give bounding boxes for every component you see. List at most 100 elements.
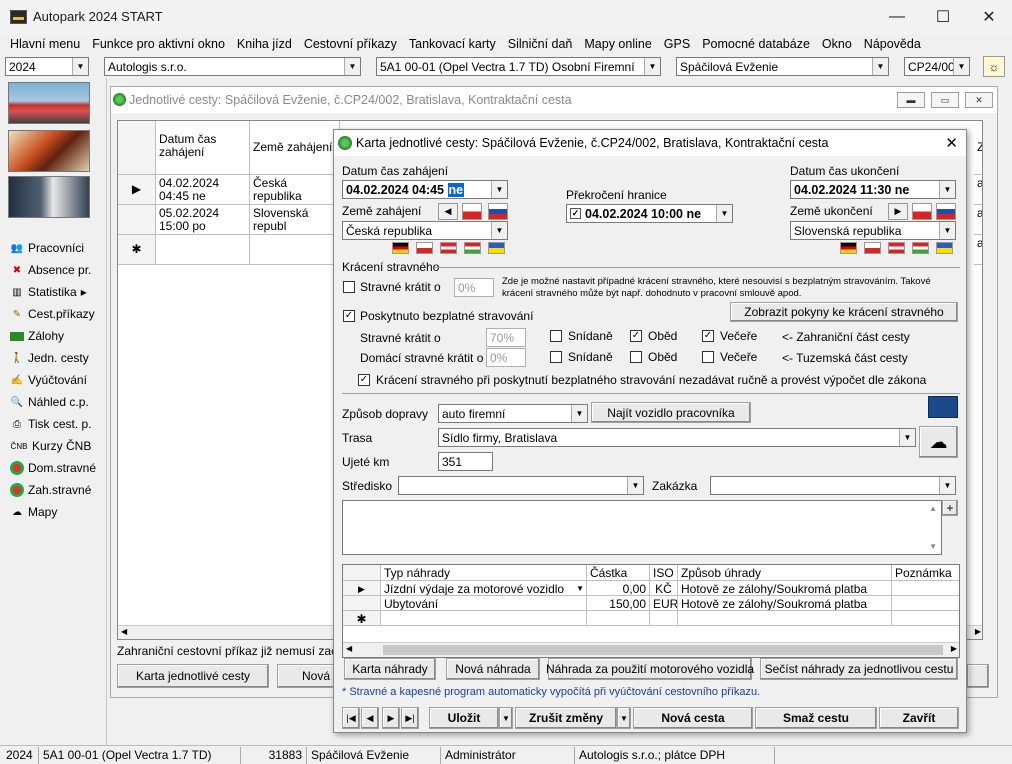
mdi-minimize-button[interactable]: ▬ xyxy=(897,92,925,108)
ujete-input[interactable]: 351 xyxy=(438,452,493,471)
close-window-button[interactable]: ✕ xyxy=(966,0,1012,34)
table-row[interactable]: Ubytování xyxy=(381,596,587,611)
scroll-down-icon[interactable]: ▼ xyxy=(929,542,937,551)
compensation-table[interactable]: Typ náhrady Částka ISO Způsob úhrady Poz… xyxy=(342,564,960,658)
menu-mapy-online[interactable]: Mapy online xyxy=(578,37,657,51)
sidebar-item-kurzy[interactable]: ČNB Kurzy ČNB xyxy=(10,436,92,456)
sidebar-item-pracovnici[interactable]: 👥 Pracovníci xyxy=(10,238,84,258)
fuel-image[interactable] xyxy=(8,176,90,218)
travel-image[interactable] xyxy=(8,130,90,172)
row-marker[interactable]: ▶ xyxy=(343,581,381,596)
col-zp[interactable]: Zp xyxy=(974,121,982,175)
chevron-down-icon[interactable]: ▼ xyxy=(491,181,507,198)
chevron-down-icon[interactable]: ▼ xyxy=(939,477,955,494)
sidebar-item-tisk[interactable]: ⎙ Tisk cest. p. xyxy=(10,414,92,434)
scroll-right-icon[interactable]: ▶ xyxy=(951,644,957,653)
order-select[interactable]: CP24/00 ▼ xyxy=(904,57,970,76)
map-route-button[interactable]: ☁ xyxy=(919,426,958,458)
table-hscrollbar[interactable]: ◀ ▶ xyxy=(343,642,959,657)
table-row[interactable] xyxy=(250,235,340,265)
year-select[interactable]: 2024 ▼ xyxy=(5,57,89,76)
flag-hu-icon[interactable] xyxy=(912,242,929,254)
table-row[interactable]: 05.02.2024 15:00 po xyxy=(156,205,250,235)
sidebar-item-cest-prikazy[interactable]: ✎ Cest.příkazy xyxy=(10,304,95,324)
row-marker[interactable] xyxy=(343,596,381,611)
vecere-zahr-checkbox[interactable]: ✓ xyxy=(702,330,714,342)
table-row[interactable] xyxy=(892,581,959,596)
scroll-thumb[interactable] xyxy=(383,645,943,655)
stredisko-select[interactable]: ▼ xyxy=(398,476,644,495)
menu-okno[interactable]: Okno xyxy=(816,37,858,51)
new-row-marker[interactable]: ✱ xyxy=(118,235,156,265)
car-image[interactable] xyxy=(8,82,90,124)
zeme-ukonceni-select[interactable]: Slovenská republika ▼ xyxy=(790,221,956,240)
sidebar-item-mapy[interactable]: ☁ Mapy xyxy=(10,502,57,522)
domaci-input[interactable]: 0% xyxy=(486,348,526,367)
driver-select[interactable]: Spáčilová Evženie ▼ xyxy=(676,57,889,76)
trasa-select[interactable]: Sídlo firmy, Bratislava ▼ xyxy=(438,428,916,447)
menu-pomocne-databaze[interactable]: Pomocné databáze xyxy=(696,37,816,51)
zobrazit-pokyny-button[interactable]: Zobrazit pokyny ke krácení stravného xyxy=(730,302,958,322)
flag-at-icon[interactable] xyxy=(440,242,457,254)
menu-hlavni[interactable]: Hlavní menu xyxy=(4,37,86,51)
flag-pl-icon[interactable] xyxy=(416,242,433,254)
stravne-kratit2-input[interactable]: 70% xyxy=(486,328,526,347)
table-row[interactable] xyxy=(650,611,678,626)
chevron-down-icon[interactable]: ▼ xyxy=(872,58,888,75)
mdi-restore-button[interactable]: ▭ xyxy=(931,92,959,108)
obed-zahr-checkbox[interactable]: ✓ xyxy=(630,330,642,342)
table-row[interactable]: 0,00 xyxy=(587,581,650,596)
flag-cz-icon[interactable] xyxy=(462,203,482,220)
scroll-left-icon[interactable]: ◀ xyxy=(121,627,127,636)
col-iso[interactable]: ISO xyxy=(650,565,678,581)
sidebar-item-absence[interactable]: ✖ Absence pr. xyxy=(10,260,92,280)
zavrit-button[interactable]: Zavřít xyxy=(879,707,959,729)
col-zeme[interactable]: Země zahájení xyxy=(250,121,340,175)
prekroceni-input[interactable]: ✓ 04.02.2024 10:00 ne ▼ xyxy=(566,204,733,223)
table-row[interactable]: 04.02.2024 04:45 ne xyxy=(156,175,250,205)
chevron-down-icon[interactable]: ▼ xyxy=(571,405,587,422)
table-row[interactable]: aut xyxy=(974,235,982,265)
menu-silnicni-dan[interactable]: Silniční daň xyxy=(502,37,579,51)
chevron-down-icon[interactable]: ▼ xyxy=(491,222,507,239)
table-row[interactable]: aut xyxy=(974,205,982,235)
flag-pl-icon[interactable] xyxy=(864,242,881,254)
nahrada-vozidla-button[interactable]: Náhrada za použití motorového vozidla xyxy=(546,658,754,680)
vecere-tuz-checkbox[interactable] xyxy=(702,351,714,363)
chevron-down-icon[interactable]: ▼ xyxy=(644,58,660,75)
table-row[interactable]: EUR xyxy=(650,596,678,611)
chevron-down-icon[interactable]: ▼ xyxy=(72,58,88,75)
sidebar-item-dom-stravne[interactable]: Dom.stravné xyxy=(10,458,96,478)
company-select[interactable]: Autologis s.r.o. ▼ xyxy=(104,57,361,76)
chevron-down-icon[interactable]: ▼ xyxy=(899,429,915,446)
table-row[interactable]: Hotově ze zálohy/Soukromá platba xyxy=(678,581,892,596)
chevron-down-icon[interactable]: ▼ xyxy=(939,222,955,239)
flag-ua-icon[interactable] xyxy=(936,242,953,254)
snidane-zahr-checkbox[interactable] xyxy=(550,330,562,342)
zrusit-zmeny-button[interactable]: Zrušit změny xyxy=(515,707,617,729)
zeme-zahajeni-select[interactable]: Česká republika ▼ xyxy=(342,221,508,240)
flag-hu-icon[interactable] xyxy=(464,242,481,254)
poskytnuto-checkbox[interactable]: ✓ xyxy=(343,310,355,322)
ulozit-button[interactable]: Uložit xyxy=(429,707,499,729)
flag-sk-icon[interactable] xyxy=(488,203,508,220)
nav-last-button[interactable]: ▶| xyxy=(401,707,419,729)
row-marker[interactable]: ▶ xyxy=(118,175,156,205)
table-row[interactable]: aut xyxy=(974,175,982,205)
karta-nahrady-button[interactable]: Karta náhrady xyxy=(344,658,436,680)
obed-tuz-checkbox[interactable] xyxy=(630,351,642,363)
mdi-right-button[interactable] xyxy=(967,664,989,688)
scroll-up-icon[interactable]: ▲ xyxy=(929,504,937,513)
sidebar-item-nahled[interactable]: 🔍 Náhled c.p. xyxy=(10,392,89,412)
col-zpusob[interactable]: Způsob úhrady xyxy=(678,565,892,581)
chevron-down-icon[interactable]: ▼ xyxy=(939,181,955,198)
col-typ[interactable]: Typ náhrady xyxy=(381,565,587,581)
flag-de-icon[interactable] xyxy=(392,242,409,254)
sidebar-item-statistika[interactable]: ▥ Statistika ▸ xyxy=(10,282,86,302)
table-row[interactable] xyxy=(892,611,959,626)
secist-nahrady-button[interactable]: Sečíst náhrady za jednotlivou cestu xyxy=(760,658,958,680)
stravne-kratit-checkbox[interactable] xyxy=(343,281,355,293)
menu-cestovni-prikazy[interactable]: Cestovní příkazy xyxy=(298,37,403,51)
arrow-right-icon[interactable]: ▶ xyxy=(888,203,908,220)
col-castka[interactable]: Částka xyxy=(587,565,650,581)
